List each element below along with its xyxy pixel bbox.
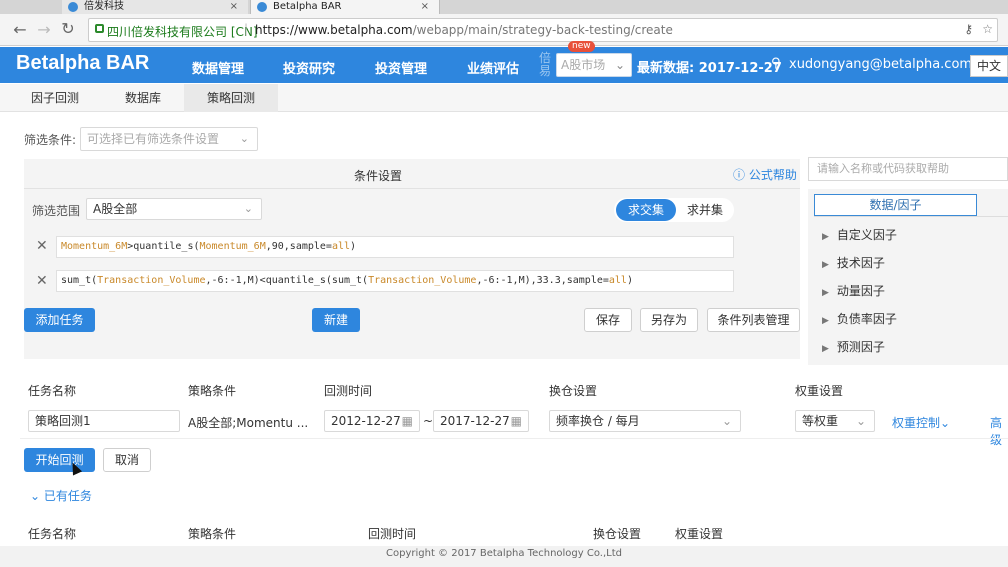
- col-header-task-name: 任务名称: [28, 527, 77, 541]
- app-logo[interactable]: Betalpha BAR: [16, 52, 149, 75]
- col-header-rebalance: 换仓设置: [549, 384, 598, 398]
- chevron-down-icon: ⌄: [243, 202, 253, 215]
- caret-right-icon: ▶: [822, 316, 829, 326]
- tree-item-technical-factor[interactable]: ▶ 技术因子: [822, 254, 885, 271]
- new-button[interactable]: 新建: [312, 308, 360, 332]
- remove-condition-icon[interactable]: ✕: [36, 273, 48, 289]
- caret-right-icon: ▶: [822, 288, 829, 298]
- tab-database[interactable]: 数据库: [108, 84, 178, 112]
- caret-right-icon: ▶: [822, 232, 829, 242]
- nav-investment-research[interactable]: 投资研究: [283, 58, 335, 77]
- divider: [20, 438, 1008, 439]
- col-header-task-name: 任务名称: [28, 384, 77, 398]
- latest-data-label: 最新数据: 2017-12-27: [637, 61, 782, 76]
- browser-tab-active[interactable]: Betalpha BAR ×: [250, 0, 440, 14]
- calendar-icon: ▦: [510, 414, 522, 428]
- chevron-down-icon: ⌄: [614, 58, 625, 72]
- chevron-down-icon: ⌄: [721, 414, 732, 428]
- weight-select[interactable]: 等权重 ⌄: [795, 410, 875, 432]
- back-icon[interactable]: ←: [10, 20, 30, 39]
- divider: [814, 216, 1008, 217]
- start-backtest-button[interactable]: 开始回测: [24, 448, 95, 472]
- help-search-input[interactable]: 请输入名称或代码获取帮助: [808, 157, 1008, 181]
- chevron-down-icon: ⌄: [30, 489, 41, 503]
- browser-tab[interactable]: 倍发科技 ×: [62, 0, 248, 14]
- close-tab-icon[interactable]: ×: [421, 0, 429, 14]
- chevron-down-icon: ⌄: [239, 132, 249, 145]
- cancel-button[interactable]: 取消: [103, 448, 151, 472]
- lock-icon: [95, 24, 104, 33]
- bookmark-star-icon[interactable]: ☆: [982, 22, 993, 36]
- caret-right-icon: ▶: [822, 260, 829, 270]
- advanced-link[interactable]: 高级: [990, 414, 1008, 448]
- range-label: 筛选范围: [32, 204, 81, 218]
- nav-performance-evaluation[interactable]: 业绩评估: [467, 58, 519, 77]
- col-header-backtest-time: 回测时间: [324, 384, 373, 398]
- tab-factor-backtest[interactable]: 因子回测: [20, 84, 90, 112]
- filter-select[interactable]: 可选择已有筛选条件设置 ⌄: [80, 127, 258, 151]
- condition-title: 条件设置: [354, 169, 403, 183]
- col-header-strategy: 策略条件: [188, 384, 237, 398]
- union-button[interactable]: 求并集: [676, 199, 734, 221]
- remove-condition-icon[interactable]: ✕: [36, 238, 48, 254]
- favicon-icon: [257, 2, 267, 12]
- market-select[interactable]: A股市场 ⌄: [556, 53, 632, 77]
- tab-title: Betalpha BAR: [273, 1, 342, 12]
- url-text: https://www.betalpha.com/webapp/main/str…: [255, 23, 673, 37]
- save-button[interactable]: 保存: [584, 308, 632, 332]
- existing-tasks-toggle[interactable]: ⌄ 已有任务: [30, 487, 92, 504]
- add-task-button[interactable]: 添加任务: [24, 308, 95, 332]
- col-header-backtest-time: 回测时间: [368, 527, 417, 541]
- caret-right-icon: ▶: [822, 344, 829, 354]
- tree-item-debt-ratio-factor[interactable]: ▶ 负债率因子: [822, 310, 897, 327]
- calendar-icon: ▦: [401, 414, 413, 428]
- nav-data-management[interactable]: 数据管理: [192, 58, 244, 77]
- intersect-button[interactable]: 求交集: [616, 199, 676, 221]
- col-header-rebalance: 换仓设置: [593, 527, 642, 541]
- range-select[interactable]: A股全部 ⌄: [86, 198, 262, 220]
- nav-investment-management[interactable]: 投资管理: [375, 58, 427, 77]
- forward-icon[interactable]: →: [34, 20, 54, 39]
- col-header-weight: 权重设置: [795, 384, 844, 398]
- site-identity: 四川倍发科技有限公司 [CN]: [107, 25, 258, 39]
- close-tab-icon[interactable]: ×: [230, 0, 238, 14]
- weight-control-link[interactable]: 权重控制⌄: [892, 414, 950, 431]
- chevron-down-icon: ⌄: [855, 414, 866, 428]
- strategy-summary: A股全部;Momentu ...: [188, 416, 309, 430]
- date-separator: ~: [423, 414, 434, 428]
- chevron-down-icon: ⌄: [940, 416, 951, 430]
- formula-help-link[interactable]: ⓘ 公式帮助: [733, 166, 797, 183]
- filter-label: 筛选条件:: [24, 133, 77, 147]
- user-icon: ⚲: [771, 56, 781, 71]
- condition-expression[interactable]: Momentum_6M>quantile_s(Momentum_6M,90,sa…: [56, 236, 734, 258]
- nav-ghost-item[interactable]: 倍易: [539, 52, 553, 78]
- favicon-icon: [68, 2, 78, 12]
- end-date-input[interactable]: 2017-12-27 ▦: [433, 410, 529, 432]
- tab-strategy-backtest[interactable]: 策略回测: [184, 84, 278, 112]
- footer-copyright: Copyright © 2017 Betalpha Technology Co.…: [0, 546, 1008, 567]
- tab-data-factor[interactable]: 数据/因子: [814, 194, 977, 216]
- col-header-weight: 权重设置: [675, 527, 724, 541]
- tab-title: 倍发科技: [84, 1, 124, 12]
- key-icon[interactable]: ⚷: [964, 22, 973, 36]
- reload-icon[interactable]: ↻: [58, 19, 78, 38]
- address-bar[interactable]: 四川倍发科技有限公司 [CN] | https://www.betalpha.c…: [88, 18, 998, 42]
- rebalance-select[interactable]: 频率换仓 / 每月 ⌄: [549, 410, 741, 432]
- tree-item-custom-factor[interactable]: ▶ 自定义因子: [822, 226, 897, 243]
- user-email[interactable]: xudongyang@betalpha.com: [789, 57, 972, 72]
- condition-expression[interactable]: sum_t(Transaction_Volume,-6:-1,M)<quanti…: [56, 270, 734, 292]
- start-date-input[interactable]: 2012-12-27 ▦: [324, 410, 420, 432]
- task-name-input[interactable]: 策略回测1: [28, 410, 180, 432]
- condition-list-manage-button[interactable]: 条件列表管理: [707, 308, 800, 332]
- tree-item-momentum-factor[interactable]: ▶ 动量因子: [822, 282, 885, 299]
- col-header-strategy: 策略条件: [188, 527, 237, 541]
- save-as-button[interactable]: 另存为: [640, 308, 698, 332]
- new-badge: new: [568, 41, 595, 52]
- language-select[interactable]: 中文: [970, 55, 1008, 77]
- help-icon: ⓘ: [733, 168, 746, 182]
- tree-item-forecast-factor[interactable]: ▶ 预测因子: [822, 338, 885, 355]
- divider: [24, 188, 800, 189]
